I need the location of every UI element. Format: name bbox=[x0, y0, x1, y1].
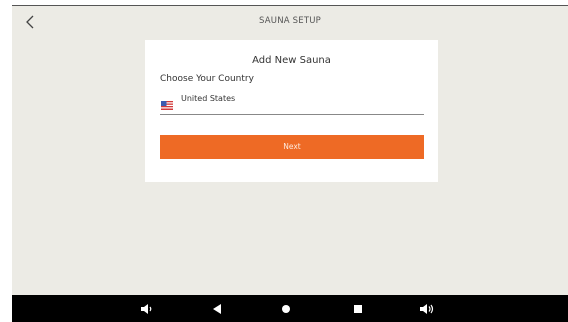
card-title: Add New Sauna bbox=[252, 55, 331, 66]
app-screen: SAUNA SETUP Add New Sauna Choose Your Co… bbox=[12, 5, 568, 295]
country-select[interactable]: United States bbox=[160, 91, 424, 115]
selected-country: United States bbox=[181, 94, 236, 103]
recents-square-icon[interactable] bbox=[349, 300, 367, 318]
back-triangle-icon[interactable] bbox=[208, 300, 226, 318]
volume-up-icon[interactable] bbox=[418, 300, 436, 318]
country-label: Choose Your Country bbox=[160, 74, 254, 84]
system-navbar bbox=[12, 295, 568, 322]
us-flag-icon bbox=[161, 95, 173, 110]
next-button[interactable]: Next bbox=[160, 135, 424, 159]
top-bar: SAUNA SETUP bbox=[12, 6, 568, 40]
volume-down-icon[interactable] bbox=[138, 300, 156, 318]
page-title: SAUNA SETUP bbox=[259, 16, 321, 26]
home-circle-icon[interactable] bbox=[277, 300, 295, 318]
add-sauna-card: Add New Sauna Choose Your Country United… bbox=[145, 40, 438, 182]
